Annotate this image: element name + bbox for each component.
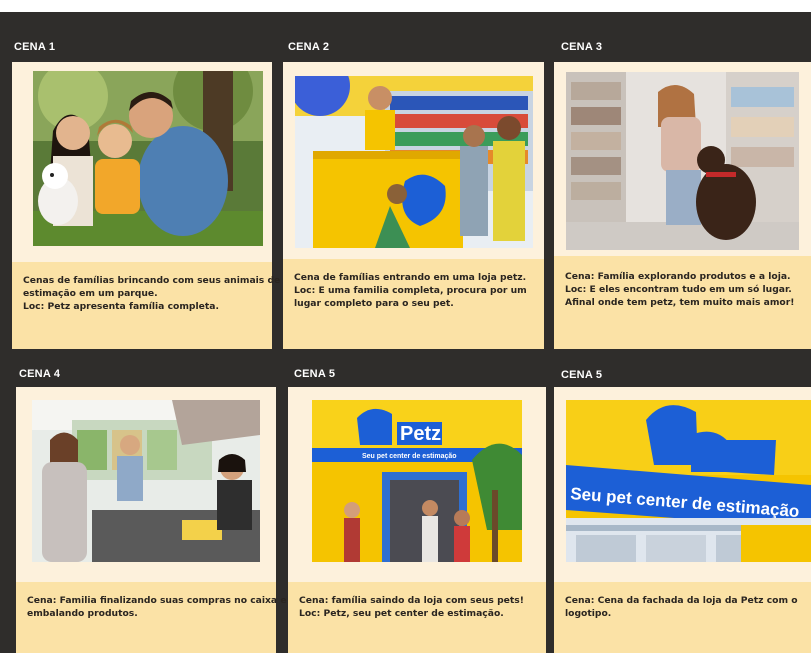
scene-1-label: CENA 1 [14,41,56,53]
storyboard: CENA 1 CENA 2 CENA 3 Cenas de famílias b… [0,12,811,653]
scene-6-caption-line: logotipo. [565,608,612,619]
scene-5-card: Petz Seu pet center de estimação Cena: f… [288,387,546,653]
scene-1-card: Cenas de famílias brincando com seus ani… [12,62,281,349]
scene-2-caption-line: Cena de famílias entrando em uma loja pe… [294,272,527,283]
scene-2-label: CENA 2 [288,41,330,53]
scene-4-caption: Cena: Familia finalizando suas compras n… [16,582,287,653]
scene-3-label: CENA 3 [561,41,603,53]
scene-1-caption: Cenas de famílias brincando com seus ani… [12,262,281,349]
scene-5b-label: CENA 5 [561,369,603,381]
store-facade-photo: Seu pet center de estimação [566,400,811,562]
scene-3-caption-line: Cena: Família explorando produtos e a lo… [565,271,791,282]
scene-3-caption: Cena: Família explorando produtos e a lo… [554,256,811,349]
scene-2-caption: Cena de famílias entrando em uma loja pe… [283,259,544,349]
scene-5-label: CENA 5 [294,368,336,380]
scene-4-caption-line: Cena: Familia finalizando suas compras n… [27,595,287,606]
scene-6-card: Seu pet center de estimação Cena: Cena d… [554,387,811,653]
scene-2-caption-line: lugar completo para o seu pet. [294,298,454,309]
scene-5-caption-line: Loc: Petz, seu pet center de estimação. [299,608,504,619]
store-subtitle-text: Seu pet center de estimação [362,453,457,460]
scene-6-caption: Cena: Cena da fachada da loja da Petz co… [554,582,811,653]
store-aisle-photo [566,72,799,250]
scene-3-caption-line: Afinal onde tem petz, tem muito mais amo… [565,297,795,308]
scene-5-caption: Cena: família saindo da loja com seus pe… [288,582,546,653]
scene-6-caption-line: Cena: Cena da fachada da loja da Petz co… [565,595,798,606]
checkout-photo [32,400,260,562]
scene-1-caption-line: Loc: Petz apresenta família completa. [23,301,219,312]
store-exit-photo: Petz Seu pet center de estimação [312,400,522,562]
scene-1-caption-line: Cenas de famílias brincando com seus ani… [23,275,281,286]
scene-5-caption-line: Cena: família saindo da loja com seus pe… [299,595,524,606]
scene-2-card: Cena de famílias entrando em uma loja pe… [283,62,544,349]
scene-4-label: CENA 4 [19,368,61,380]
scene-4-caption-line: embalando produtos. [27,608,138,619]
scene-3-card: Cena: Família explorando produtos e a lo… [554,62,811,349]
scene-3-caption-line: Loc: E eles encontram tudo em um só luga… [565,284,792,295]
scene-2-caption-line: Loc: E uma familia completa, procura por… [294,285,527,296]
scene-4-card: Cena: Familia finalizando suas compras n… [16,387,287,653]
store-entrance-photo [295,76,533,248]
facade-petz-text: Petz [400,423,441,445]
family-park-photo [33,71,263,246]
scene-1-caption-line: estimação em um parque. [23,288,158,299]
